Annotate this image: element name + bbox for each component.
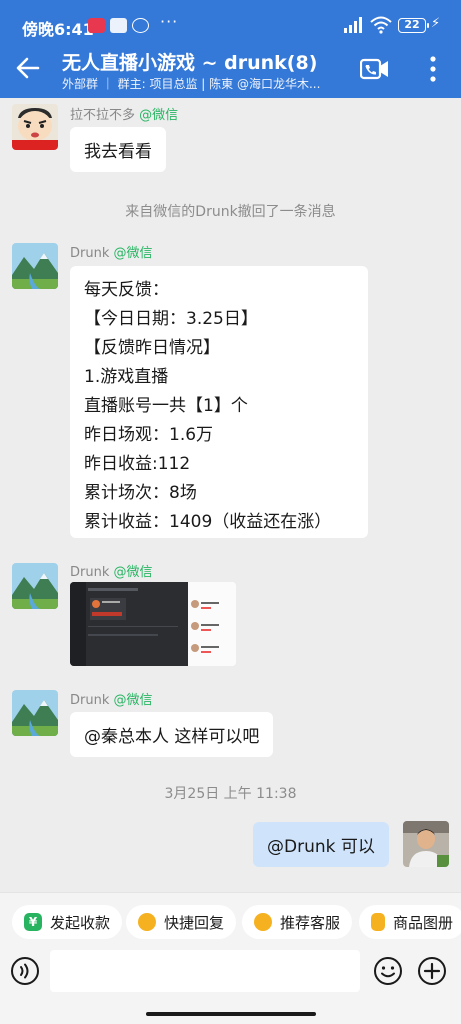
message-bubble[interactable]: 我去看看	[70, 127, 166, 172]
add-attachment-icon[interactable]	[417, 956, 447, 986]
my-message-bubble[interactable]: @Drunk 可以	[253, 822, 389, 867]
wechat-tag: @微信	[139, 108, 179, 123]
home-indicator[interactable]	[146, 1012, 316, 1016]
payment-icon: ¥	[24, 913, 42, 931]
sender-name: Drunk @微信	[70, 565, 153, 580]
top-bar: 傍晚6:41 ··· 22 ⚡ 无人直播小游戏 ~ drunk(8) 外部群 ｜…	[0, 0, 461, 98]
report-line: 累计收益：1409（收益还在涨）	[84, 512, 332, 532]
signal-icon	[344, 17, 362, 33]
message-icon	[110, 18, 127, 33]
report-line: 【反馈昨日情况】	[84, 338, 220, 358]
report-line: 1.游戏直播	[84, 367, 169, 387]
gallery-icon	[371, 913, 385, 931]
report-line: 累计场次：8场	[84, 483, 197, 503]
report-line: 【今日日期：3.25日】	[84, 309, 258, 329]
avatar[interactable]	[12, 690, 58, 736]
report-line: 昨日场观：1.6万	[84, 425, 214, 445]
message-timestamp: 3月25日 上午 11:38	[164, 786, 297, 802]
wechat-tag: @微信	[113, 246, 153, 261]
message-bubble[interactable]: @秦总本人 这样可以吧	[70, 712, 274, 757]
back-arrow-icon[interactable]	[14, 54, 42, 82]
emoji-icon[interactable]	[373, 956, 403, 986]
input-bar	[0, 946, 461, 1024]
my-avatar[interactable]	[403, 821, 449, 867]
recall-notice: 来自微信的Drunk撤回了一条消息	[125, 204, 336, 220]
voice-input-icon[interactable]	[10, 956, 40, 986]
customer-service-icon	[254, 913, 272, 931]
avatar[interactable]	[12, 243, 58, 289]
more-options-icon[interactable]	[422, 54, 444, 84]
video-call-icon[interactable]	[360, 58, 390, 80]
wifi-icon	[370, 16, 392, 34]
status-time: 傍晚6:41	[22, 20, 94, 39]
avatar[interactable]	[12, 563, 58, 609]
app-icon	[132, 18, 149, 33]
wechat-tag: @微信	[113, 693, 153, 708]
more-notifications-icon: ···	[160, 12, 179, 31]
chat-subtitle[interactable]: 外部群 ｜ 群主: 项目总监 | 陈東 @海口龙华木...	[62, 75, 342, 92]
report-line: 直播账号一共【1】个	[84, 396, 248, 416]
message-input[interactable]	[50, 950, 360, 992]
quick-action-bar: ¥ 发起收款 快捷回复 推荐客服 商品图册	[0, 892, 461, 950]
sender-name: 拉不拉不多 @微信	[70, 108, 179, 123]
report-line: 昨日收益:112	[84, 454, 191, 474]
avatar[interactable]	[12, 104, 58, 150]
image-message[interactable]	[70, 582, 236, 666]
report-message-bubble[interactable]: 每天反馈： 【今日日期：3.25日】 【反馈昨日情况】 1.游戏直播 直播账号一…	[70, 266, 368, 538]
report-line: 每天反馈：	[84, 280, 169, 300]
notification-icon	[88, 18, 105, 33]
chat-title: 无人直播小游戏 ~ drunk(8)	[62, 52, 318, 74]
quick-action-recommend-service[interactable]: 推荐客服	[242, 905, 353, 939]
wechat-tag: @微信	[113, 565, 153, 580]
quick-reply-icon	[138, 913, 156, 931]
battery-icon: 22	[398, 18, 429, 33]
sender-name: Drunk @微信	[70, 246, 153, 261]
sender-name: Drunk @微信	[70, 693, 153, 708]
quick-action-quick-reply[interactable]: 快捷回复	[126, 905, 237, 939]
quick-action-payment[interactable]: ¥ 发起收款	[12, 905, 123, 939]
quick-action-product-gallery[interactable]: 商品图册	[359, 905, 461, 939]
charging-icon: ⚡	[431, 16, 441, 31]
chat-header: 无人直播小游戏 ~ drunk(8) 外部群 ｜ 群主: 项目总监 | 陈東 @…	[0, 44, 461, 98]
